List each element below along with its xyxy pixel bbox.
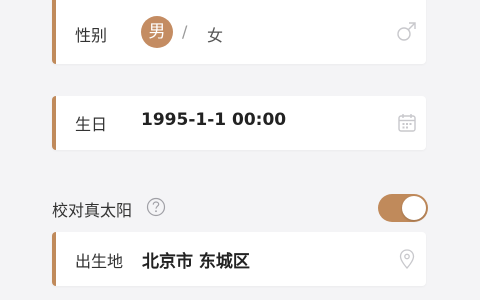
birthplace-value[interactable]: 北京市 东城区 — [142, 247, 250, 272]
gender-separator: / — [182, 22, 188, 41]
male-icon — [396, 20, 418, 46]
toggle-knob — [402, 196, 426, 220]
birthplace-card[interactable]: 出生地 北京市 东城区 — [52, 232, 426, 286]
birthday-value[interactable]: 1995-1-1 00:00 — [141, 110, 286, 130]
gender-option-female[interactable]: 女 — [207, 22, 223, 46]
birthplace-label: 出生地 — [75, 252, 124, 271]
help-icon[interactable] — [146, 197, 166, 221]
calibrate-toggle[interactable] — [378, 194, 428, 222]
location-pin-icon[interactable] — [396, 248, 418, 274]
gender-option-male[interactable]: 男 — [141, 16, 173, 48]
birthday-label: 生日 — [75, 115, 108, 134]
calibrate-row: 校对真太阳 — [52, 194, 428, 224]
calibrate-label: 校对真太阳 — [52, 201, 133, 220]
gender-label: 性别 — [75, 26, 108, 45]
calendar-icon[interactable] — [396, 112, 418, 138]
gender-card: 性别 男 / 女 — [52, 0, 426, 64]
birthday-card[interactable]: 生日 1995-1-1 00:00 — [52, 96, 426, 150]
